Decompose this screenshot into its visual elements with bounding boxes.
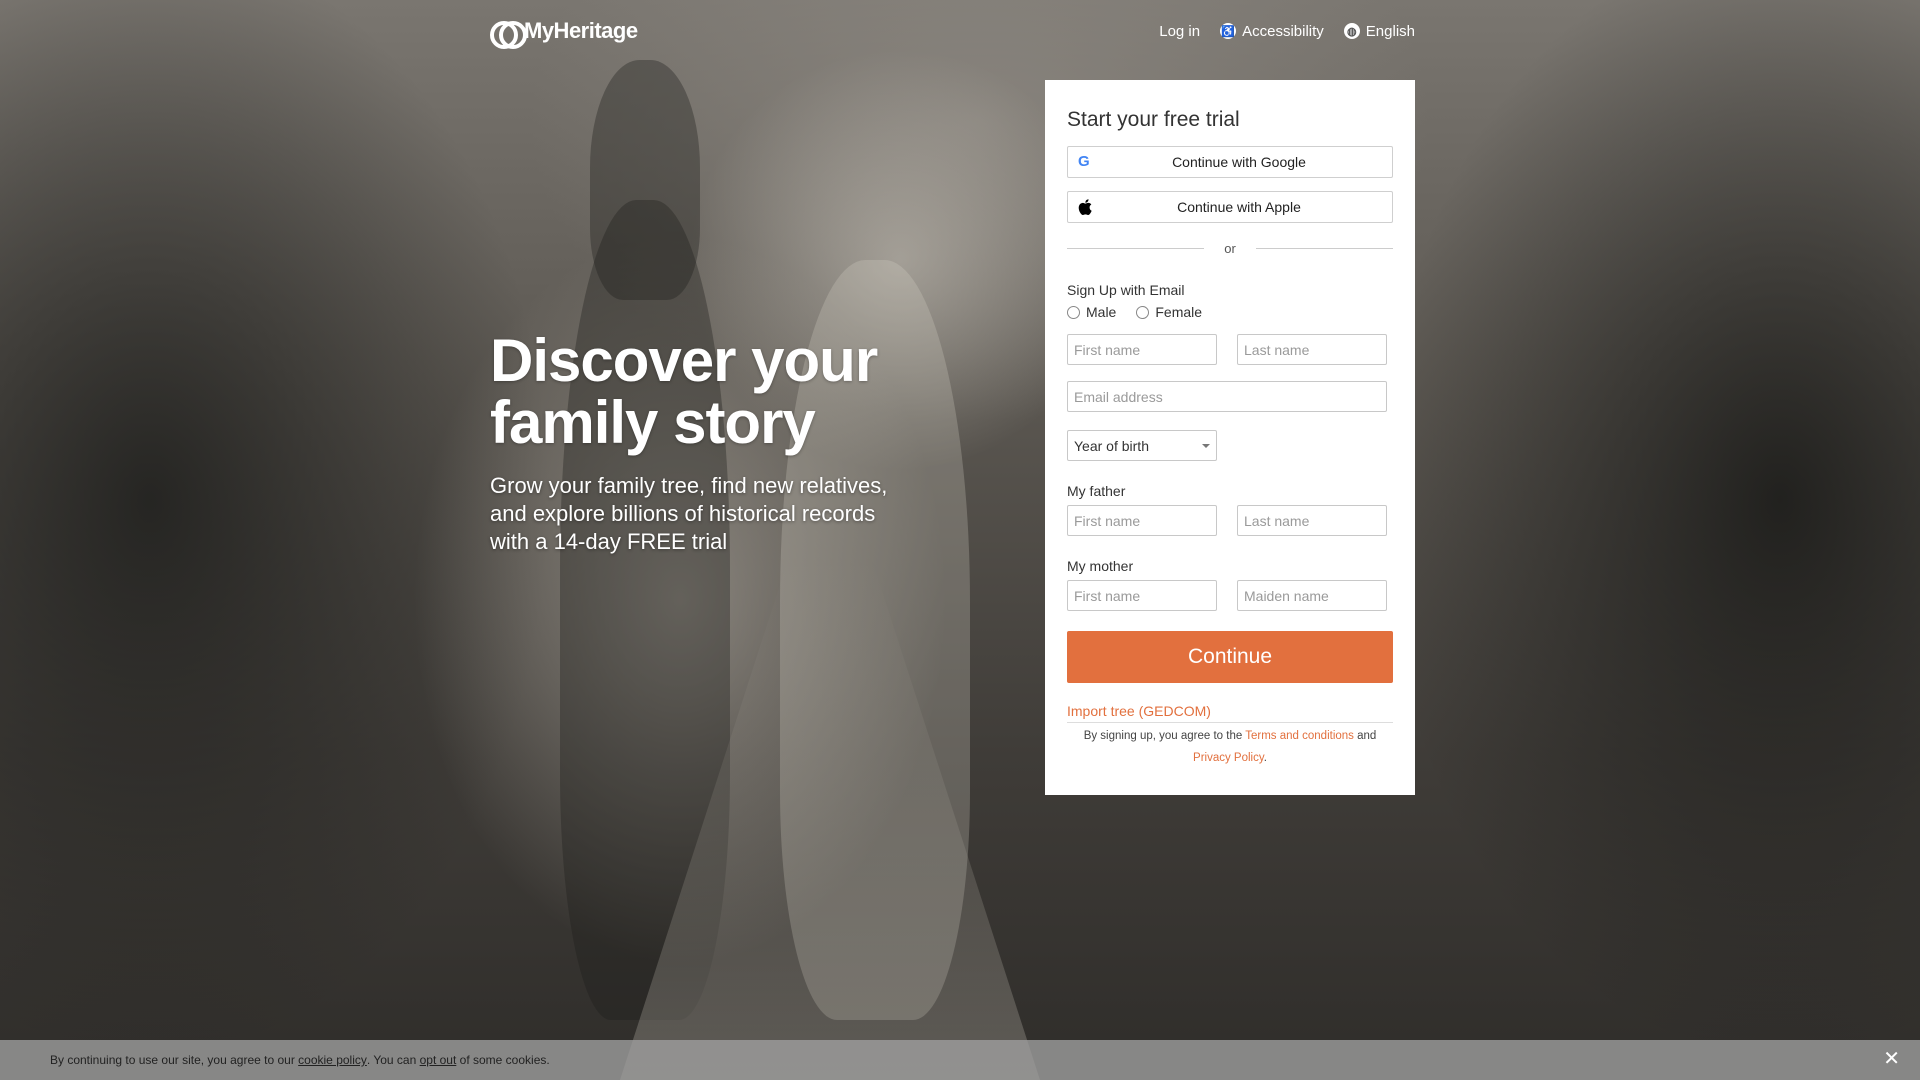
email-input[interactable] bbox=[1067, 381, 1387, 412]
hero-subtitle-line2: and explore billions of historical recor… bbox=[490, 501, 876, 526]
or-text: or bbox=[1224, 241, 1236, 256]
year-of-birth-select[interactable]: Year of birth bbox=[1067, 430, 1217, 461]
divider-line-right bbox=[1255, 248, 1393, 249]
google-button-label: Continue with Google bbox=[1172, 154, 1306, 170]
father-label: My father bbox=[1067, 483, 1126, 499]
background-photo bbox=[0, 0, 1920, 1080]
first-name-input[interactable] bbox=[1067, 334, 1217, 365]
continue-with-google-button[interactable]: G Continue with Google bbox=[1067, 146, 1393, 178]
close-icon[interactable]: ✕ bbox=[1883, 1049, 1900, 1069]
email-signup-label: Sign Up with Email bbox=[1067, 282, 1185, 298]
name-row bbox=[1067, 334, 1393, 365]
cookie-text-2: . You can bbox=[366, 1053, 417, 1067]
email-row bbox=[1067, 381, 1393, 412]
cookie-policy-link[interactable]: cookie policy bbox=[298, 1053, 367, 1067]
hero-section: Discover your family story Grow your fam… bbox=[490, 330, 930, 556]
mother-label: My mother bbox=[1067, 558, 1134, 574]
hero-title: Discover your family story bbox=[490, 330, 930, 454]
hero-subtitle-line3: with a 14-day FREE trial bbox=[490, 529, 728, 554]
terms-prefix: By signing up, you agree to the bbox=[1083, 730, 1243, 742]
gender-male-radio[interactable]: Male bbox=[1067, 304, 1116, 320]
gender-female-label: Female bbox=[1155, 304, 1203, 320]
top-nav: Log in ♿ Accessibility ◍ English bbox=[1159, 23, 1415, 40]
mother-first-name-input[interactable] bbox=[1067, 580, 1217, 611]
terms-link[interactable]: Terms and conditions bbox=[1245, 730, 1354, 742]
google-icon: G bbox=[1078, 153, 1090, 170]
hero-title-line1: Discover your bbox=[490, 327, 878, 394]
signup-title: Start your free trial bbox=[1067, 108, 1240, 131]
cookie-text-1: By continuing to use our site, you agree… bbox=[50, 1053, 295, 1067]
gender-female-radio[interactable]: Female bbox=[1136, 304, 1202, 320]
radio-circle bbox=[1136, 305, 1150, 319]
radio-circle bbox=[1067, 305, 1080, 319]
gender-male-label: Male bbox=[1086, 304, 1117, 320]
accessibility-link[interactable]: ♿ Accessibility bbox=[1220, 23, 1324, 40]
hero-subtitle: Grow your family tree, find new relative… bbox=[490, 472, 930, 556]
last-name-input[interactable] bbox=[1237, 334, 1387, 365]
apple-button-label: Continue with Apple bbox=[1177, 199, 1301, 215]
mother-row bbox=[1067, 580, 1393, 611]
import-gedcom-link[interactable]: Import tree (GEDCOM) bbox=[1067, 703, 1393, 723]
terms-and: and bbox=[1357, 730, 1377, 742]
terms-end: . bbox=[1263, 752, 1267, 764]
privacy-policy-link[interactable]: Privacy Policy bbox=[1193, 752, 1264, 764]
opt-out-link[interactable]: opt out bbox=[420, 1053, 457, 1067]
chevron-down-icon bbox=[1202, 443, 1210, 448]
mother-maiden-name-input[interactable] bbox=[1237, 580, 1387, 611]
gender-radio-group: Male Female bbox=[1067, 304, 1393, 320]
globe-icon: ◍ bbox=[1343, 23, 1360, 39]
cookie-text-3: of some cookies. bbox=[459, 1053, 550, 1067]
login-link[interactable]: Log in bbox=[1159, 23, 1200, 40]
language-selector[interactable]: ◍ English bbox=[1343, 22, 1415, 40]
apple-icon bbox=[1078, 199, 1094, 215]
cookie-banner: By continuing to use our site, you agree… bbox=[0, 1040, 1920, 1080]
top-header: MyHeritage Log in ♿ Accessibility ◍ Engl… bbox=[490, 16, 1415, 49]
accessibility-label: Accessibility bbox=[1242, 22, 1324, 40]
or-divider: or bbox=[1067, 241, 1393, 256]
divider-line-left bbox=[1067, 248, 1205, 249]
language-label: English bbox=[1365, 22, 1415, 40]
father-last-name-input[interactable] bbox=[1237, 505, 1387, 536]
myheritage-logo-icon bbox=[490, 19, 527, 49]
father-first-name-input[interactable] bbox=[1067, 505, 1217, 536]
logo-text: MyHeritage bbox=[524, 18, 638, 43]
continue-button[interactable]: Continue bbox=[1067, 631, 1393, 683]
father-row bbox=[1067, 505, 1393, 536]
year-of-birth-value: Year of birth bbox=[1074, 437, 1149, 454]
hero-subtitle-line1: Grow your family tree, find new relative… bbox=[490, 473, 888, 498]
hero-title-line2: family story bbox=[490, 389, 816, 456]
accessibility-icon: ♿ bbox=[1220, 23, 1237, 39]
continue-with-apple-button[interactable]: Continue with Apple bbox=[1067, 191, 1393, 223]
myheritage-logo[interactable]: MyHeritage bbox=[490, 18, 638, 49]
terms-notice: By signing up, you agree to the Terms an… bbox=[1067, 725, 1393, 769]
signup-card: Start your free trial G Continue with Go… bbox=[1045, 80, 1415, 795]
